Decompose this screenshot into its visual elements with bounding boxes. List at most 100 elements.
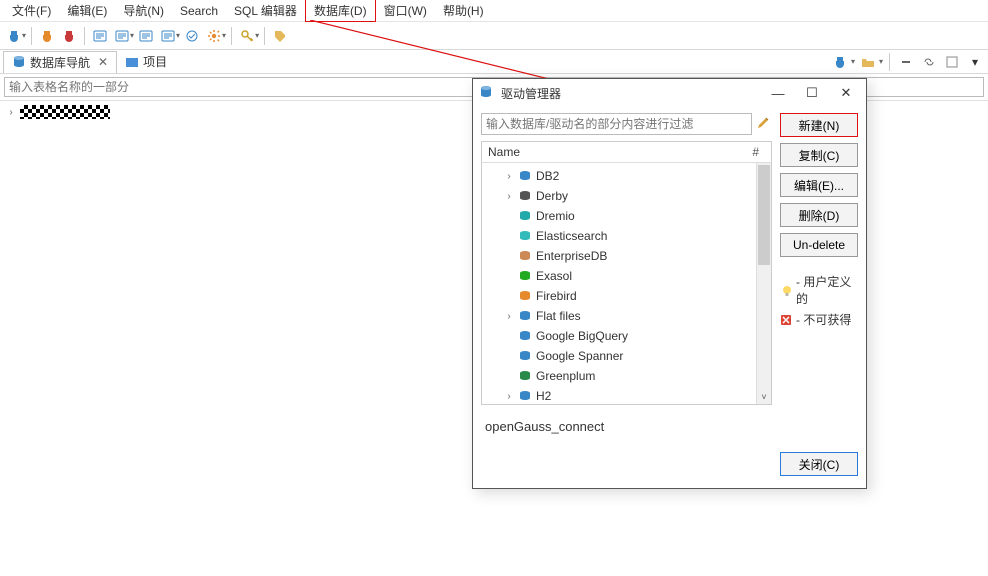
expand-icon[interactable]: › — [504, 171, 514, 182]
tabbar-folder-button[interactable] — [858, 52, 878, 72]
driver-label: Greenplum — [536, 369, 595, 383]
driver-label: Google BigQuery — [536, 329, 628, 343]
collapse-icon[interactable]: › — [6, 107, 16, 118]
tab-project[interactable]: 项目 — [117, 51, 175, 72]
scroll-down-icon[interactable]: ˅ — [757, 390, 771, 404]
edb-icon — [518, 249, 532, 263]
derby-icon — [518, 189, 532, 203]
menu-window[interactable]: 窗口(W) — [376, 0, 435, 21]
driver-label: H2 — [536, 389, 551, 403]
menu-database[interactable]: 数据库(D) — [305, 0, 376, 22]
toolbar-script-button[interactable] — [136, 26, 156, 46]
dropdown-icon[interactable]: ▾ — [879, 57, 883, 66]
database-icon — [479, 85, 495, 101]
tabbar-connect-button[interactable] — [830, 52, 850, 72]
close-tab-icon[interactable]: ✕ — [98, 55, 108, 69]
tabbar-collapse-button[interactable] — [896, 52, 916, 72]
driver-label: Exasol — [536, 269, 572, 283]
gbq-icon — [518, 329, 532, 343]
connection-item[interactable] — [20, 105, 110, 119]
tabbar-link-button[interactable] — [919, 52, 939, 72]
column-name[interactable]: Name — [488, 145, 747, 159]
tab-label: 项目 — [143, 53, 167, 70]
toolbar-key-button[interactable]: ▾ — [237, 26, 259, 46]
dropdown-icon[interactable]: ▾ — [851, 57, 855, 66]
expand-icon[interactable]: › — [504, 311, 514, 322]
copy-button[interactable]: 复制(C) — [780, 143, 858, 167]
driver-item[interactable]: › H2 — [486, 386, 767, 405]
driver-label: Google Spanner — [536, 349, 623, 363]
toolbar-sql-dropdown[interactable]: ▾ — [112, 26, 134, 46]
undelete-button[interactable]: Un-delete — [780, 233, 858, 257]
bulb-icon — [780, 284, 792, 296]
menu-sql-editor[interactable]: SQL 编辑器 — [226, 0, 305, 21]
driver-item[interactable]: EnterpriseDB — [486, 246, 767, 266]
h2-icon — [518, 389, 532, 403]
driver-item[interactable]: › Flat files — [486, 306, 767, 326]
menu-file[interactable]: 文件(F) — [4, 0, 59, 21]
menu-navigate[interactable]: 导航(N) — [115, 0, 172, 21]
driver-label: Dremio — [536, 209, 575, 223]
dialog-title: 驱动管理器 — [501, 85, 561, 102]
database-icon — [12, 55, 26, 69]
new-connection-button[interactable]: ▾ — [4, 26, 26, 46]
scrollbar-thumb[interactable] — [758, 165, 770, 265]
menu-help[interactable]: 帮助(H) — [435, 0, 492, 21]
driver-item[interactable]: Google Spanner — [486, 346, 767, 366]
delete-button[interactable]: 删除(D) — [780, 203, 858, 227]
toolbar-separator — [231, 27, 232, 45]
tree-header[interactable]: Name # — [481, 141, 772, 163]
driver-item[interactable]: Firebird — [486, 286, 767, 306]
driver-item[interactable]: Dremio — [486, 206, 767, 226]
toolbar-separator — [31, 27, 32, 45]
elastic-icon — [518, 229, 532, 243]
close-dialog-button[interactable]: 关闭(C) — [780, 452, 858, 476]
menu-search[interactable]: Search — [172, 2, 226, 20]
tab-db-navigator[interactable]: 数据库导航 ✕ — [3, 51, 117, 73]
maximize-button[interactable]: ☐ — [798, 82, 826, 104]
toolbar-commit-button[interactable] — [182, 26, 202, 46]
close-button[interactable]: ✕ — [832, 82, 860, 104]
exasol-icon — [518, 269, 532, 283]
tabbar-menu-button[interactable]: ▾ — [965, 52, 985, 72]
driver-label: DB2 — [536, 169, 559, 183]
toolbar-tag-button[interactable] — [270, 26, 290, 46]
folder-icon — [518, 309, 532, 323]
toolbar-disconnect-button[interactable] — [59, 26, 79, 46]
new-button[interactable]: 新建(N) — [780, 113, 858, 137]
spanner-icon — [518, 349, 532, 363]
driver-item[interactable]: Google BigQuery — [486, 326, 767, 346]
driver-tree[interactable]: › DB2 ›Derby Dremio Elasticsearch EnterpriseD… — [482, 163, 771, 405]
driver-filter-input[interactable] — [481, 113, 752, 135]
minimize-button[interactable]: — — [764, 82, 792, 104]
edit-button[interactable]: 编辑(E)... — [780, 173, 858, 197]
expand-icon[interactable]: › — [504, 391, 514, 402]
legend-user-defined: - 用户定义的 — [796, 273, 858, 307]
toolbar-separator — [889, 53, 890, 71]
tab-label: 数据库导航 — [30, 54, 90, 71]
driver-item[interactable]: Exasol — [486, 266, 767, 286]
driver-item[interactable]: Elasticsearch — [486, 226, 767, 246]
driver-item[interactable]: Greenplum — [486, 366, 767, 386]
driver-item[interactable]: › DB2 — [486, 166, 767, 186]
greenplum-icon — [518, 369, 532, 383]
tabbar-filter-button[interactable] — [942, 52, 962, 72]
main-toolbar: ▾ ▾ ▾ ▾ ▾ — [0, 22, 988, 50]
driver-item[interactable]: ›Derby — [486, 186, 767, 206]
toolbar-sql-button[interactable] — [90, 26, 110, 46]
driver-label: EnterpriseDB — [536, 249, 607, 263]
toolbar-script-dropdown[interactable]: ▾ — [158, 26, 180, 46]
driver-manager-dialog: 驱动管理器 — ☐ ✕ Name # › DB2 ›Derby Dremio Elast… — [472, 78, 867, 489]
toolbar-print-button[interactable]: ▾ — [204, 26, 226, 46]
toolbar-connect-button[interactable] — [37, 26, 57, 46]
menu-edit[interactable]: 编辑(E) — [59, 0, 115, 21]
menubar: 文件(F) 编辑(E) 导航(N) Search SQL 编辑器 数据库(D) … — [0, 0, 988, 22]
driver-label: Elasticsearch — [536, 229, 607, 243]
dremio-icon — [518, 209, 532, 223]
column-count[interactable]: # — [747, 145, 759, 159]
pencil-icon[interactable] — [756, 116, 772, 132]
driver-label: Flat files — [536, 309, 581, 323]
dialog-titlebar: 驱动管理器 — ☐ ✕ — [473, 79, 866, 107]
expand-icon[interactable]: › — [504, 191, 514, 202]
scrollbar[interactable]: ˄ ˅ — [756, 163, 771, 404]
